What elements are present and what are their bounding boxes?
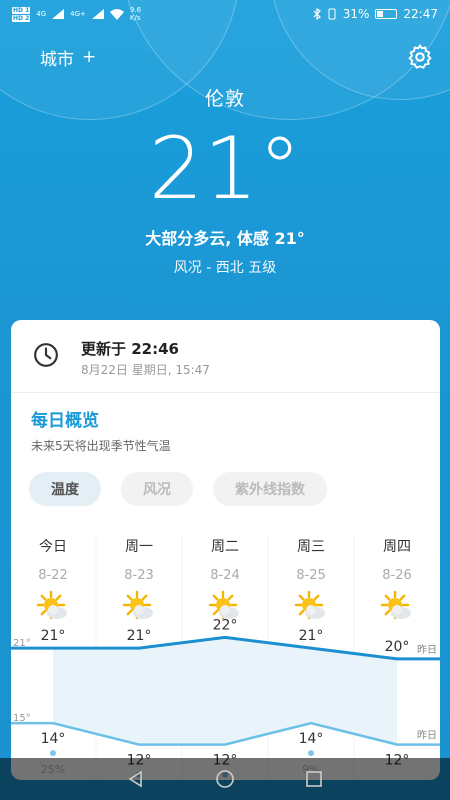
signal-icon bbox=[52, 9, 65, 19]
bluetooth-icon bbox=[313, 8, 321, 20]
day-column[interactable]: 周一 8-23 bbox=[99, 536, 179, 625]
network1-label: 4G bbox=[36, 9, 47, 18]
high-temp-label: 21° bbox=[299, 628, 324, 644]
speed-unit: K/s bbox=[129, 14, 141, 22]
home-icon[interactable] bbox=[215, 769, 235, 789]
city-label: 城市 bbox=[40, 49, 74, 70]
partly-cloudy-icon bbox=[208, 590, 239, 620]
update-row[interactable]: 更新于 22:46 8月22日 星期日, 15:47 bbox=[33, 338, 424, 378]
clock-icon bbox=[34, 343, 58, 367]
day-name: 周二 bbox=[211, 539, 239, 555]
day-date: 8-24 bbox=[210, 568, 240, 583]
settings-gear-icon[interactable] bbox=[406, 43, 434, 71]
divider bbox=[11, 392, 440, 393]
y-axis-label-low: 15° bbox=[13, 713, 31, 724]
tab-uv-index[interactable]: 紫外线指数 bbox=[213, 472, 327, 506]
day-date: 8-23 bbox=[124, 568, 154, 583]
tab-temperature[interactable]: 温度 bbox=[29, 472, 101, 506]
day-column[interactable]: 今日 8-22 bbox=[13, 536, 93, 625]
rain-drop-icon bbox=[308, 750, 314, 757]
tab-wind[interactable]: 风况 bbox=[121, 472, 193, 506]
city-name: 伦敦 bbox=[204, 88, 245, 110]
battery-percent: 31% bbox=[342, 7, 370, 21]
day-name: 周一 bbox=[125, 539, 153, 555]
condition-text: 大部分多云, 体感 21° bbox=[145, 229, 305, 248]
yesterday-label-low: 昨日 bbox=[417, 730, 437, 742]
partly-cloudy-icon bbox=[122, 590, 153, 620]
hd2-label: HD 2 bbox=[12, 14, 31, 22]
wifi-icon bbox=[109, 8, 124, 20]
current-temperature: 21° bbox=[148, 119, 302, 219]
day-column[interactable]: 周四 8-26 bbox=[357, 536, 437, 625]
low-temp-label: 14° bbox=[299, 731, 324, 747]
day-date: 8-26 bbox=[382, 568, 412, 583]
updated-subtitle: 8月22日 星期日, 15:47 bbox=[81, 363, 210, 377]
network2-label: 4G+ bbox=[70, 9, 86, 18]
partly-cloudy-icon bbox=[36, 590, 67, 620]
forecast-card: 更新于 22:46 8月22日 星期日, 15:47 每日概览 未来5天将出现季… bbox=[11, 320, 440, 780]
vibrate-icon bbox=[328, 8, 336, 20]
low-temp-label: 14° bbox=[41, 731, 66, 747]
wind-text: 风况 - 西北 五级 bbox=[173, 260, 277, 276]
overview-title: 每日概览 bbox=[31, 411, 99, 431]
day-name: 今日 bbox=[39, 539, 67, 555]
updated-title: 更新于 22:46 bbox=[81, 340, 179, 358]
speed-value: 9.6 bbox=[129, 6, 142, 14]
daily-overview: 每日概览 未来5天将出现季节性气温 bbox=[31, 406, 171, 454]
rain-drop-icon bbox=[50, 750, 56, 757]
yesterday-label-high: 昨日 bbox=[417, 644, 437, 656]
add-icon: + bbox=[82, 47, 97, 67]
day-column[interactable]: 周三 8-25 bbox=[271, 536, 351, 625]
overview-subtitle: 未来5天将出现季节性气温 bbox=[31, 439, 171, 453]
day-column[interactable]: 周二 8-24 bbox=[185, 536, 265, 625]
back-icon[interactable] bbox=[127, 770, 145, 788]
current-weather: 伦敦 21° 大部分多云, 体感 21° 风况 - 西北 五级 bbox=[0, 84, 450, 277]
hd1-label: HD 1 bbox=[12, 6, 31, 14]
day-date: 8-25 bbox=[296, 568, 326, 583]
recents-icon[interactable] bbox=[305, 770, 323, 788]
high-temp-label: 20° bbox=[385, 639, 410, 655]
day-date: 8-22 bbox=[38, 568, 68, 583]
battery-icon bbox=[375, 9, 398, 19]
navigation-bar bbox=[0, 758, 450, 800]
y-axis-label-high: 21° bbox=[13, 638, 31, 649]
partly-cloudy-icon bbox=[380, 590, 411, 620]
metric-tabs: 温度 风况 紫外线指数 bbox=[29, 472, 327, 506]
day-name: 周三 bbox=[297, 539, 325, 555]
partly-cloudy-icon bbox=[294, 590, 325, 620]
daily-forecast: 21°15°昨日昨日21°14°25%21°12°5%22°12°7%21°14… bbox=[11, 536, 440, 780]
top-bar: 城市 + bbox=[40, 42, 434, 72]
high-temp-label: 21° bbox=[41, 628, 66, 644]
signal-icon bbox=[91, 9, 104, 19]
high-temp-label: 21° bbox=[127, 628, 152, 644]
day-name: 周四 bbox=[383, 539, 411, 555]
city-button[interactable]: 城市 + bbox=[40, 45, 96, 70]
status-bar: HD 1 HD 2 4G 4G+ 9.6 K/s 31% 22:47 bbox=[0, 0, 450, 28]
status-time: 22:47 bbox=[403, 7, 438, 21]
